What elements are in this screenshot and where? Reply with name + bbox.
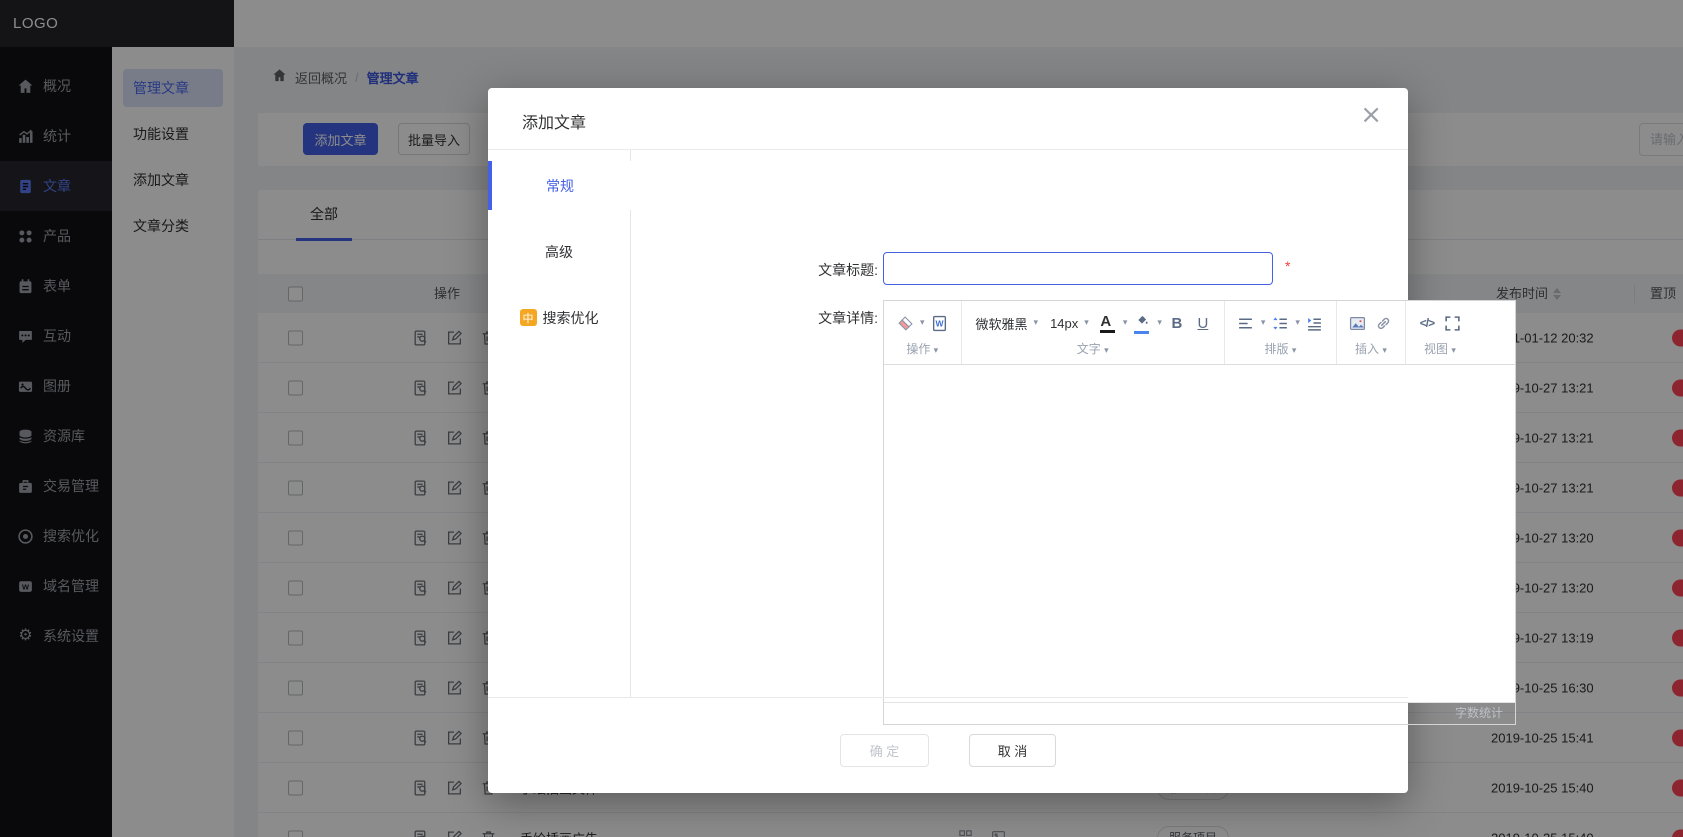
font-color-dropdown-icon[interactable]: ▾ [1123,318,1128,328]
article-title-input[interactable] [883,252,1273,285]
align-icon[interactable] [1235,310,1257,336]
add-article-dialog: 添加文章 × 常规 高级 中 搜索优化 文章标题: * 文章详情: [488,88,1408,793]
rich-text-editor: ▾ W 操作 ▾ 微软雅黑▾ 14px▾ A [883,300,1516,725]
tab-general[interactable]: 常规 [488,161,632,210]
article-title-label: 文章标题: [631,260,878,280]
toolbar-group-insert: 插入 ▾ [1337,301,1406,364]
dialog-tab-column: 常规 高级 中 搜索优化 [488,150,631,697]
toolbar-label-insert[interactable]: 插入 ▾ [1355,340,1387,357]
font-size-select[interactable]: 14px▾ [1046,316,1093,331]
line-height-icon[interactable] [1269,310,1291,336]
app-root: LOGO 概况 统计 文章 产品 表单 互动 图册 资源库 交易管理 搜索优化 … [0,0,1683,837]
underline-icon[interactable]: U [1192,310,1214,336]
toolbar-group-view: </> 视图 ▾ [1406,301,1474,364]
source-code-icon[interactable]: </> [1416,310,1438,336]
dialog-body: 常规 高级 中 搜索优化 文章标题: * 文章详情: [488,150,1408,697]
tab-advanced[interactable]: 高级 [488,227,630,276]
insert-link-icon[interactable] [1373,310,1395,336]
dialog-title: 添加文章 [522,109,586,133]
cancel-button[interactable]: 取 消 [969,734,1056,767]
confirm-button[interactable]: 确 定 [840,734,929,767]
line-height-dropdown-icon[interactable]: ▾ [1295,318,1300,328]
tab-seo[interactable]: 中 搜索优化 [488,293,630,342]
editor-toolbar: ▾ W 操作 ▾ 微软雅黑▾ 14px▾ A [884,301,1515,365]
dialog-header: 添加文章 × [488,88,1408,150]
align-dropdown-icon[interactable]: ▾ [1261,318,1266,328]
word-import-icon[interactable]: W [929,310,951,336]
bold-icon[interactable]: B [1166,310,1188,336]
editor-content-area[interactable] [884,365,1515,703]
eraser-dropdown-icon[interactable]: ▾ [920,318,925,328]
svg-text:W: W [936,318,945,328]
article-detail-label: 文章详情: [631,308,878,328]
dialog-footer: 确 定 取 消 [488,697,1408,793]
fullscreen-icon[interactable] [1442,310,1464,336]
toolbar-group-text: 微软雅黑▾ 14px▾ A ▾ ▾ B U [962,301,1225,364]
toolbar-label-text[interactable]: 文字 ▾ [1077,340,1109,357]
insert-image-icon[interactable] [1347,310,1369,336]
background-color-dropdown-icon[interactable]: ▾ [1157,318,1162,328]
toolbar-group-layout: ▾ ▾ 排版 ▾ [1225,301,1337,364]
toolbar-label-operation[interactable]: 操作 ▾ [906,340,938,357]
font-family-select[interactable]: 微软雅黑▾ [972,314,1043,333]
background-color-icon[interactable] [1131,310,1153,336]
required-asterisk: * [1285,258,1290,274]
toolbar-group-operation: ▾ W 操作 ▾ [884,301,962,364]
dialog-form: 文章标题: * 文章详情: ▾ W [631,150,1408,697]
font-color-icon[interactable]: A [1097,310,1119,336]
close-icon[interactable]: × [1360,102,1382,128]
eraser-icon[interactable] [894,310,916,336]
toolbar-label-layout[interactable]: 排版 ▾ [1264,340,1296,357]
indent-icon[interactable] [1304,310,1326,336]
toolbar-label-view[interactable]: 视图 ▾ [1424,340,1456,357]
seo-badge-icon: 中 [520,309,537,326]
